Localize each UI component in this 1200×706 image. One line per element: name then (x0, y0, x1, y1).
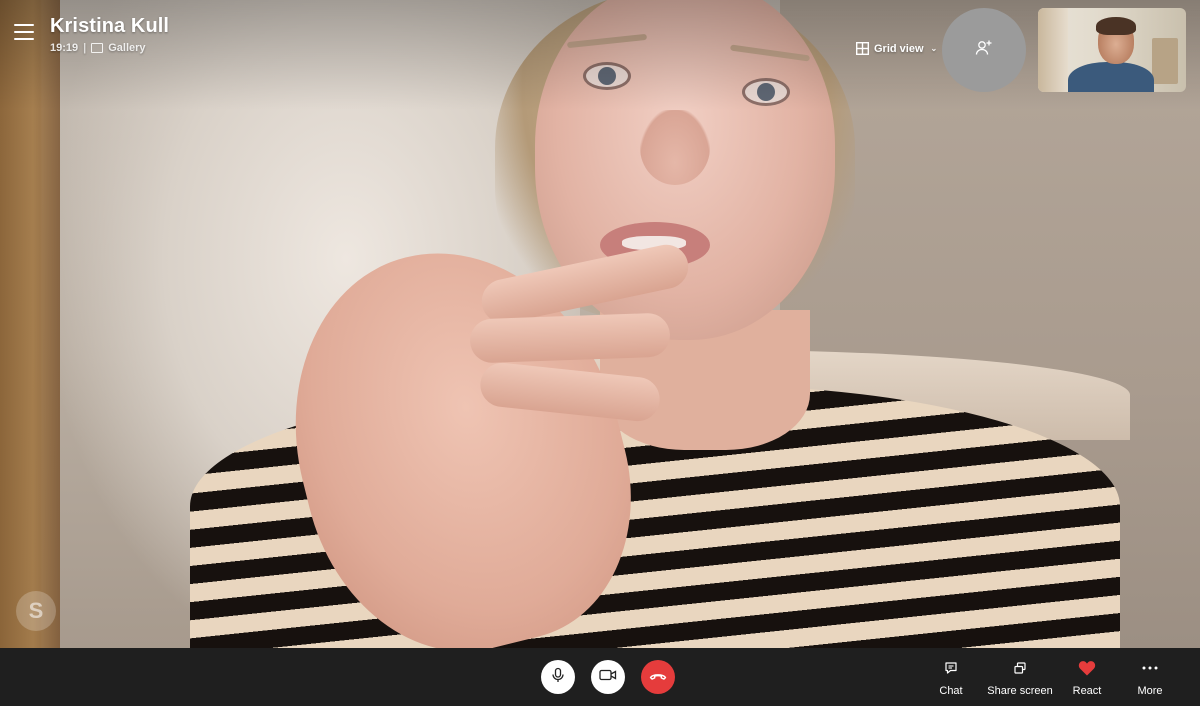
heart-icon (1078, 656, 1096, 680)
grid-view-button[interactable]: Grid view ⌄ (856, 42, 937, 55)
mute-button[interactable] (541, 660, 575, 694)
call-duration: 19:19 (50, 42, 79, 54)
share-screen-button[interactable]: Share screen (986, 656, 1054, 697)
hamburger-icon[interactable] (14, 24, 34, 42)
add-people-button[interactable] (942, 8, 1026, 92)
react-label: React (1072, 685, 1102, 697)
chat-label: Chat (939, 685, 963, 697)
grid-icon (856, 42, 869, 55)
gallery-icon (91, 43, 104, 53)
video-toggle-button[interactable] (591, 660, 625, 694)
more-label: More (1137, 685, 1163, 697)
more-options-button[interactable]: More (1128, 656, 1172, 697)
chat-icon (944, 656, 958, 680)
call-meta: 19:19 | Gallery (50, 42, 146, 54)
react-button[interactable]: React (1066, 656, 1108, 697)
caller-name: Kristina Kull (50, 15, 170, 37)
more-dots-icon (1142, 656, 1158, 680)
share-screen-label: Share screen (987, 685, 1053, 697)
skype-logo-icon: S (16, 591, 56, 631)
remote-video (0, 0, 1200, 648)
add-person-icon (975, 39, 993, 62)
chevron-down-icon: ⌄ (930, 44, 938, 53)
grid-view-label: Grid view (874, 42, 924, 55)
self-video-preview[interactable] (1038, 8, 1186, 92)
video-camera-icon (599, 668, 617, 687)
share-screen-icon (1013, 656, 1027, 680)
microphone-icon (550, 667, 566, 688)
chat-button[interactable]: Chat (930, 656, 972, 697)
end-call-button[interactable] (641, 660, 675, 694)
meta-separator: | (83, 42, 87, 54)
layout-label: Gallery (108, 42, 146, 54)
hang-up-icon (649, 668, 667, 686)
